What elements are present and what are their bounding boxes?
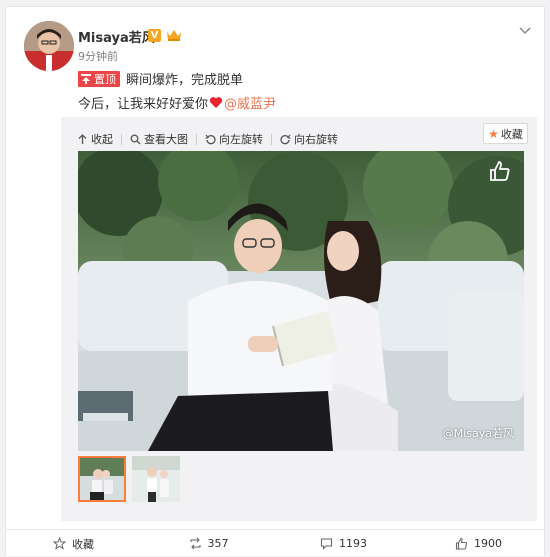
rotate-right-label: 向右旋转 <box>294 133 338 146</box>
repost-count: 357 <box>207 537 229 550</box>
star-icon: ★ <box>488 126 499 141</box>
couple-photo-image <box>78 151 524 451</box>
rotate-left-icon <box>205 134 216 144</box>
post-text-line1: 置顶 瞬间爆炸，完成脱单 <box>78 69 243 88</box>
repost-icon <box>189 537 201 550</box>
collapse-label: 收起 <box>91 133 113 146</box>
divider <box>121 133 122 145</box>
crown-icon <box>167 30 181 41</box>
post-text-2: 今后，让我来好好爱你 <box>78 97 209 112</box>
like-button[interactable]: 1900 <box>411 537 546 550</box>
post-text-line2: 今后，让我来好好爱你 @威蓝尹 <box>78 93 276 112</box>
favorite-image-label: 收藏 <box>500 127 523 141</box>
pin-icon <box>81 73 91 84</box>
comment-count: 1193 <box>339 537 367 550</box>
rotate-left-label: 向左旋转 <box>219 133 263 146</box>
thumbs-up-icon <box>455 537 468 550</box>
rotate-right-icon <box>280 134 291 144</box>
rotate-left-button[interactable]: 向左旋转 <box>205 131 263 147</box>
favorite-label: 收藏 <box>72 537 94 551</box>
post-text-1: 瞬间爆炸，完成脱单 <box>126 73 244 88</box>
star-outline-icon <box>53 537 66 550</box>
view-large-button[interactable]: 查看大图 <box>130 131 188 147</box>
favorite-button[interactable]: 收藏 <box>6 536 141 552</box>
like-count: 1900 <box>474 537 502 550</box>
username[interactable]: Misaya若风 <box>78 27 155 46</box>
thumbnail-1[interactable] <box>78 456 126 502</box>
magnifier-icon <box>130 134 141 144</box>
collapse-icon <box>78 133 87 144</box>
chevron-down-icon[interactable] <box>518 23 532 37</box>
collapse-button[interactable]: 收起 <box>77 131 113 147</box>
divider <box>196 133 197 145</box>
rotate-right-button[interactable]: 向右旋转 <box>280 131 338 147</box>
media-toolbar: 收起 查看大图 向左旋转 向右旋转 <box>77 131 346 147</box>
pinned-label: 置顶 <box>94 72 116 86</box>
repost-button[interactable]: 357 <box>141 537 276 550</box>
weibo-post-card: Misaya若风 V 9分钟前 置顶 瞬间爆炸，完成脱单 今后，让我来好好爱你 … <box>5 6 546 557</box>
pinned-badge: 置顶 <box>78 70 120 87</box>
divider <box>271 133 272 145</box>
thumbnail-1-image <box>80 458 124 500</box>
photo-watermark: @Misaya若风 <box>442 427 514 440</box>
like-thumb-icon[interactable] <box>488 159 512 183</box>
thumbnail-2[interactable] <box>132 456 180 502</box>
heart-icon <box>209 97 223 108</box>
verified-badge-icon: V <box>148 29 161 42</box>
media-expanded-panel: 收起 查看大图 向左旋转 向右旋转 ★ 收藏 @Misaya若风 <box>61 117 537 521</box>
avatar[interactable] <box>24 21 74 71</box>
thumbnail-2-image <box>132 456 180 502</box>
main-photo[interactable]: @Misaya若风 <box>78 151 524 451</box>
comment-icon <box>320 538 333 550</box>
post-timestamp[interactable]: 9分钟前 <box>78 48 118 64</box>
mention-link[interactable]: @威蓝尹 <box>224 93 276 112</box>
post-action-bar: 收藏 357 1193 1900 <box>6 529 546 557</box>
thumbnail-strip <box>78 456 186 502</box>
favorite-image-button[interactable]: ★ 收藏 <box>483 123 528 144</box>
view-large-label: 查看大图 <box>144 133 188 146</box>
comment-button[interactable]: 1193 <box>276 537 411 550</box>
